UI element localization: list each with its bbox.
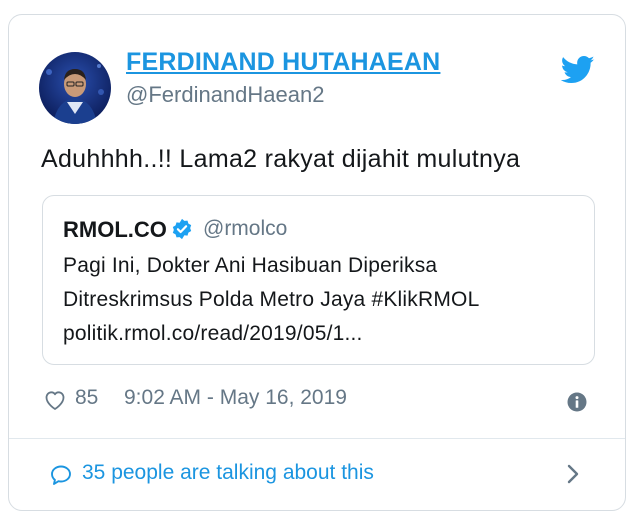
- twitter-bird-icon[interactable]: [561, 55, 595, 85]
- like-count[interactable]: 85: [75, 386, 98, 410]
- tweet-text: Aduhhhh..!! Lama2 rakyat dijahit mulutny…: [41, 145, 521, 173]
- tweet-timestamp[interactable]: 9:02 AM - May 16, 2019: [124, 386, 347, 410]
- heart-icon[interactable]: [43, 388, 67, 412]
- quoted-author-handle: @rmolco: [203, 217, 288, 240]
- quoted-text-line: Pagi Ini, Dokter Ani Hasibuan Diperiksa: [63, 254, 438, 277]
- quoted-link: politik.rmol.co/read/2019/05/1...: [63, 322, 363, 345]
- info-icon[interactable]: [567, 392, 587, 412]
- quoted-text-line: Ditreskrimsus Polda Metro Jaya #KlikRMOL: [63, 288, 480, 311]
- author-display-name[interactable]: FERDINAND HUTAHAEAN: [126, 48, 440, 77]
- author-handle[interactable]: @FerdinandHaean2: [126, 82, 324, 108]
- conversation-link[interactable]: 35 people are talking about this: [82, 461, 374, 485]
- quoted-author-name: RMOL.CO: [63, 217, 167, 242]
- speech-bubble-icon: [51, 465, 71, 485]
- avatar-image: [39, 52, 111, 124]
- chevron-right-icon[interactable]: [565, 462, 581, 486]
- author-avatar[interactable]: [39, 52, 111, 124]
- tweet-card: FERDINAND HUTAHAEAN @FerdinandHaean2 Adu…: [8, 14, 626, 511]
- quoted-tweet[interactable]: RMOL.CO @rmolco Pagi Ini, Dokter Ani Has…: [42, 195, 595, 365]
- divider: [9, 438, 625, 439]
- verified-badge-icon: [172, 218, 192, 240]
